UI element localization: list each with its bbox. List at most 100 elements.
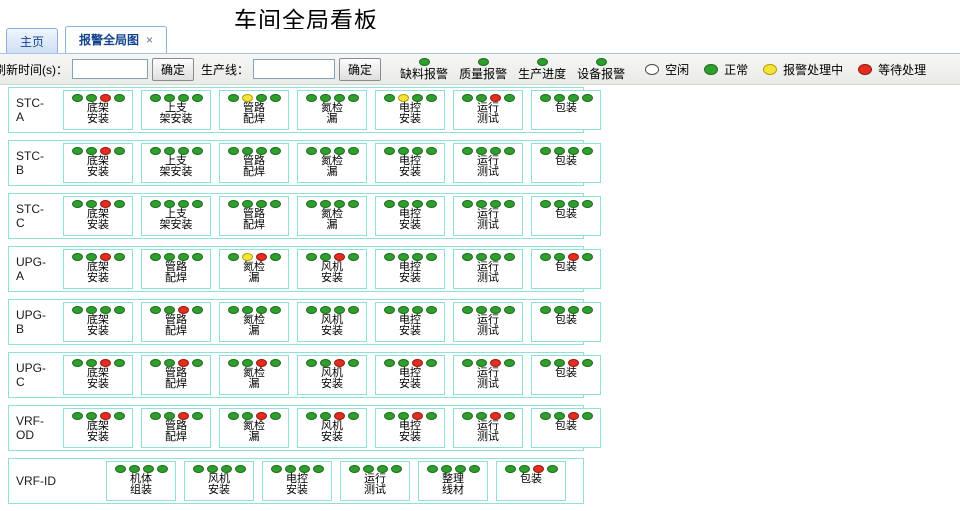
station-cell: 底架安装	[63, 196, 133, 236]
station-dots	[228, 412, 281, 420]
status-dot-G	[398, 253, 409, 261]
station-cells: 底架安装上支架安装管路配焊氮检漏电控安装运行测试包装	[63, 196, 601, 236]
status-legend-label: 正常	[724, 61, 748, 78]
status-dot-R	[100, 147, 111, 155]
tab-home[interactable]: 主页	[6, 28, 58, 53]
status-dot-G	[72, 94, 83, 102]
station-cell: 包装	[531, 408, 601, 448]
status-dot-R	[568, 253, 579, 261]
status-dot-G	[504, 306, 515, 314]
status-dot-G	[86, 94, 97, 102]
status-dot-R	[100, 94, 111, 102]
station-cell: 电控安装	[375, 196, 445, 236]
status-dot-G	[242, 412, 253, 420]
status-dot-G	[86, 412, 97, 420]
status-dot-G	[419, 58, 430, 66]
station-label: 包装	[555, 368, 577, 379]
status-dot-G	[228, 253, 239, 261]
toolbar: 刷新时间(s)： 确定 生产线： 确定 缺料报警质量报警生产进度设备报警 空闲正…	[0, 54, 960, 85]
line-status-board: STC-A底架安装上支架安装管路配焊氮检漏电控安装运行测试包装STC-B底架安装…	[8, 87, 584, 511]
status-dot-G	[476, 306, 487, 314]
refresh-time-input[interactable]	[72, 59, 148, 79]
status-dot-G	[582, 412, 593, 420]
status-dot-G	[427, 465, 438, 473]
station-label: 包装	[555, 209, 577, 220]
status-dot-G	[228, 200, 239, 208]
status-dot-G	[426, 147, 437, 155]
status-dot-G	[115, 465, 126, 473]
refresh-confirm-button[interactable]: 确定	[152, 58, 194, 81]
status-dot-G	[554, 200, 565, 208]
line-label: VRF-ID	[9, 474, 106, 488]
status-dot-G	[426, 359, 437, 367]
station-dots	[384, 147, 437, 155]
status-dot-G	[228, 147, 239, 155]
status-dot-G	[178, 94, 189, 102]
status-dot-G	[150, 412, 161, 420]
status-dot-G	[426, 253, 437, 261]
status-dot-G	[478, 58, 489, 66]
station-label: 运行测试	[477, 103, 499, 125]
status-dot-G	[462, 94, 473, 102]
status-dot-G	[476, 359, 487, 367]
station-label: 氮检漏	[243, 315, 265, 337]
station-dots	[72, 200, 125, 208]
station-label: 管路配焊	[243, 209, 265, 231]
status-dot-G	[490, 147, 501, 155]
station-label: 氮检漏	[321, 209, 343, 231]
status-dot-G	[164, 306, 175, 314]
status-dot-G	[270, 412, 281, 420]
status-dot-G	[384, 306, 395, 314]
station-label: 上支架安装	[160, 156, 193, 178]
station-dots	[72, 306, 125, 314]
status-dot-G	[242, 200, 253, 208]
status-dot-R	[490, 412, 501, 420]
station-cell: 电控安装	[375, 249, 445, 289]
station-dots	[72, 412, 125, 420]
status-dot-G	[306, 412, 317, 420]
status-dot-G	[384, 359, 395, 367]
status-dot-G	[398, 306, 409, 314]
station-cell: 运行测试	[453, 408, 523, 448]
status-dot-G	[228, 94, 239, 102]
station-cell: 管路配焊	[219, 143, 289, 183]
station-label: 氮检漏	[243, 262, 265, 284]
status-dot-G	[547, 465, 558, 473]
station-dots	[306, 94, 359, 102]
status-dot-G	[242, 306, 253, 314]
status-dot-G	[72, 253, 83, 261]
line-confirm-button[interactable]: 确定	[339, 58, 381, 81]
station-label: 运行测试	[477, 262, 499, 284]
station-label: 运行测试	[364, 474, 386, 496]
station-dots	[306, 200, 359, 208]
status-legend: 空闲正常报警处理中等待处理	[645, 61, 926, 78]
station-cell: 运行测试	[340, 461, 410, 501]
status-dot-G	[476, 412, 487, 420]
status-dot-R	[858, 64, 872, 75]
tab-alarm-global-map[interactable]: 报警全局图×	[65, 26, 167, 53]
status-dot-G	[582, 306, 593, 314]
status-dot-G	[540, 253, 551, 261]
station-label: 电控安装	[399, 421, 421, 443]
station-dots	[306, 359, 359, 367]
production-line-input[interactable]	[253, 59, 335, 79]
station-dots	[540, 147, 593, 155]
station-dots	[462, 94, 515, 102]
status-dot-G	[554, 359, 565, 367]
status-dot-Y	[242, 253, 253, 261]
status-dot-G	[334, 306, 345, 314]
status-dot-G	[398, 359, 409, 367]
station-dots	[462, 200, 515, 208]
status-dot-G	[242, 359, 253, 367]
status-dot-G	[306, 359, 317, 367]
alarm-type-legend: 缺料报警质量报警生产进度设备报警	[400, 58, 625, 81]
station-cell: 底架安装	[63, 302, 133, 342]
station-dots	[115, 465, 168, 473]
station-label: 机体组装	[130, 474, 152, 496]
station-dots	[540, 359, 593, 367]
station-cell: 电控安装	[375, 302, 445, 342]
station-dots	[228, 359, 281, 367]
station-dots	[427, 465, 480, 473]
status-dot-R	[100, 359, 111, 367]
close-icon[interactable]: ×	[146, 33, 153, 47]
